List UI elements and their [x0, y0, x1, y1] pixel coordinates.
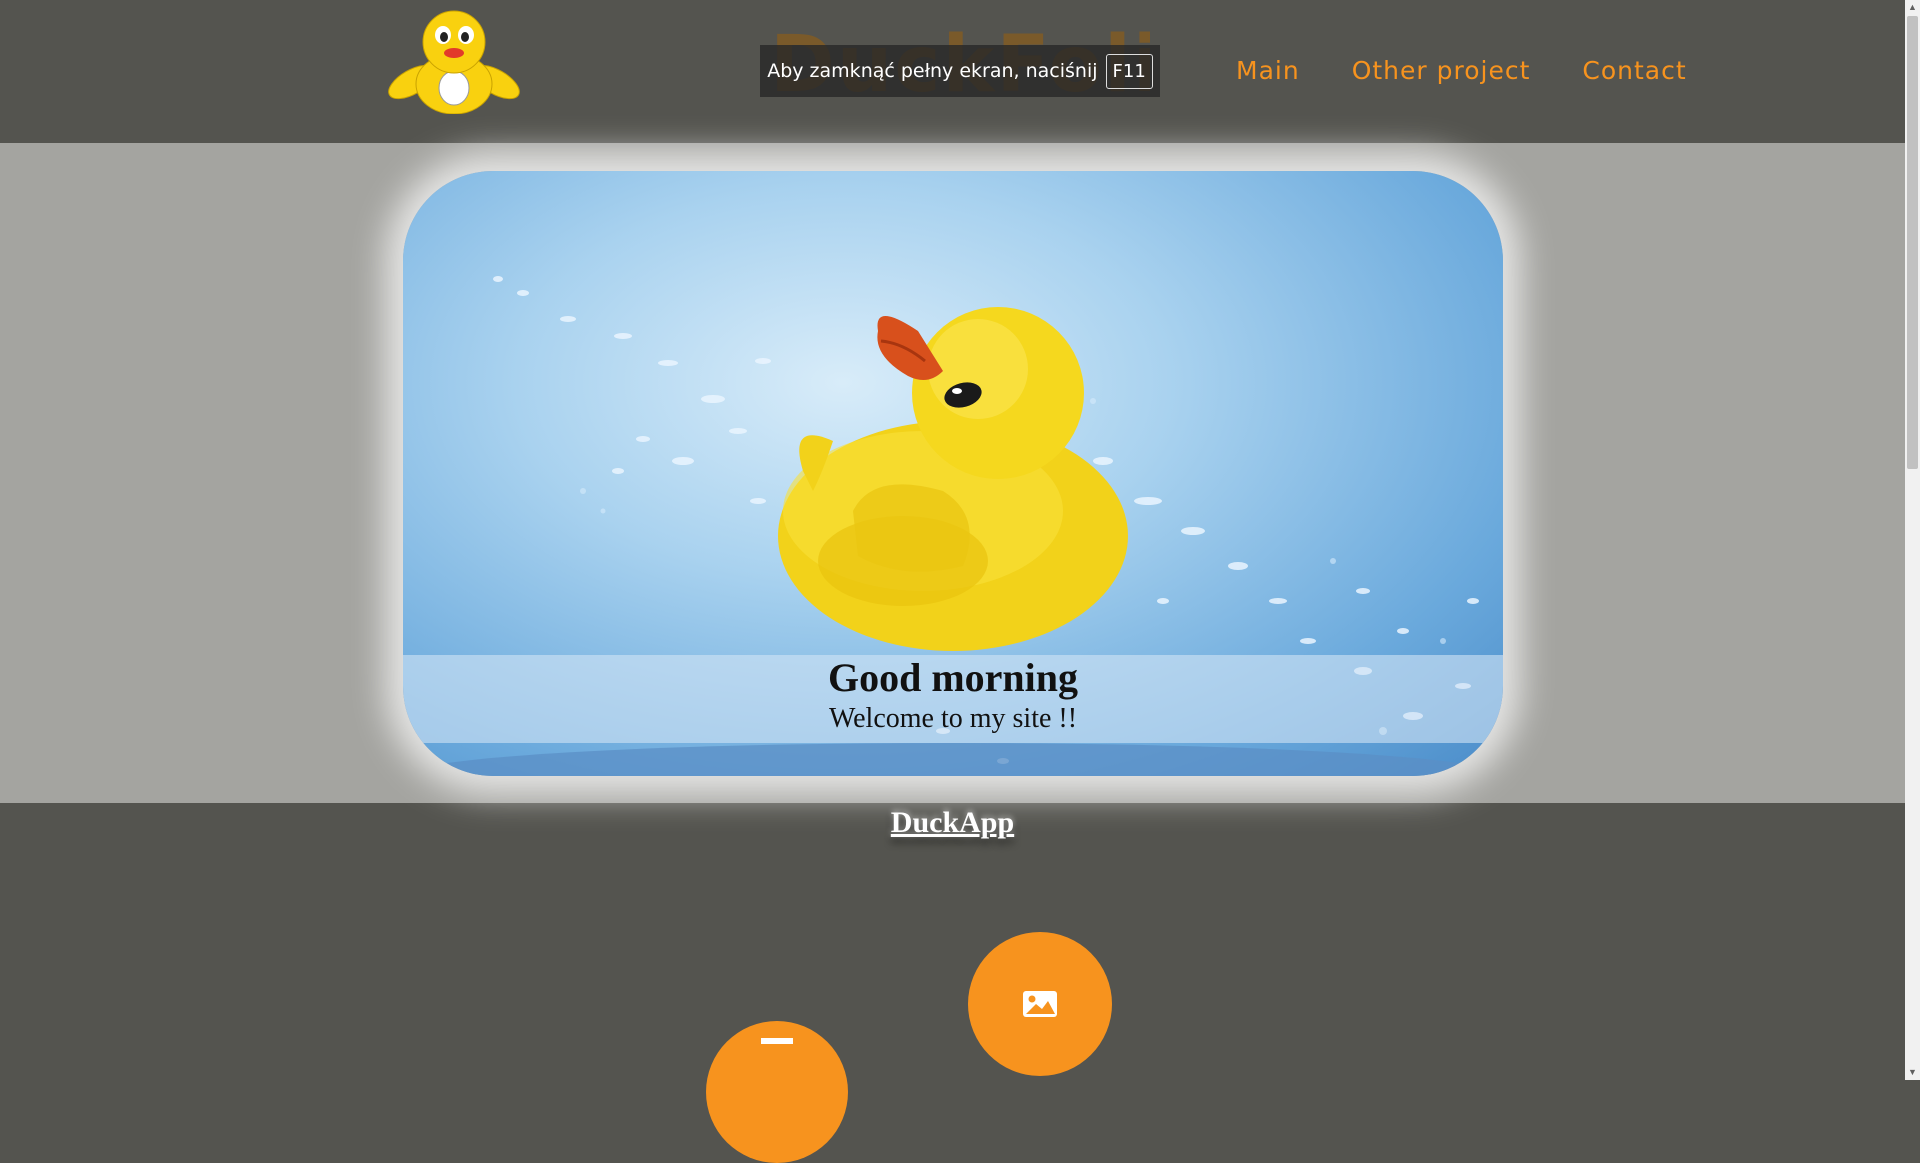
vertical-scrollbar[interactable]: ▲ ▼: [1905, 0, 1920, 1080]
calendar-circle-button[interactable]: [706, 1021, 848, 1163]
f11-key: F11: [1105, 53, 1153, 89]
image-icon: [1023, 991, 1057, 1017]
scroll-up-arrow-icon[interactable]: ▲: [1905, 0, 1920, 15]
hero-banner: Good morning Welcome to my site !!: [403, 171, 1503, 776]
scrollbar-thumb[interactable]: [1907, 16, 1918, 469]
scroll-down-arrow-icon[interactable]: ▼: [1905, 1065, 1920, 1080]
hero-caption: Good morning Welcome to my site !!: [403, 655, 1503, 743]
main-nav: Main Other project Contact: [1236, 56, 1687, 85]
fullscreen-tooltip: Aby zamknąć pełny ekran, naciśnij F11: [760, 45, 1160, 97]
hero-title: Good morning: [827, 655, 1079, 700]
calendar-icon: [761, 1038, 793, 1044]
site-header: DuckFolio Aby zamknąć pełny ekran, naciś…: [0, 0, 1905, 143]
hero-subtitle: Welcome to my site !!: [828, 703, 1078, 734]
nav-link-contact[interactable]: Contact: [1582, 56, 1686, 85]
fullscreen-tip-text: Aby zamknąć pełny ekran, naciśnij: [767, 60, 1098, 82]
duck-logo-icon[interactable]: [384, 4, 524, 115]
nav-link-main[interactable]: Main: [1236, 56, 1300, 85]
image-circle-button[interactable]: [968, 932, 1112, 1076]
section-title[interactable]: DuckApp: [0, 806, 1905, 840]
nav-link-other-project[interactable]: Other project: [1352, 56, 1531, 85]
